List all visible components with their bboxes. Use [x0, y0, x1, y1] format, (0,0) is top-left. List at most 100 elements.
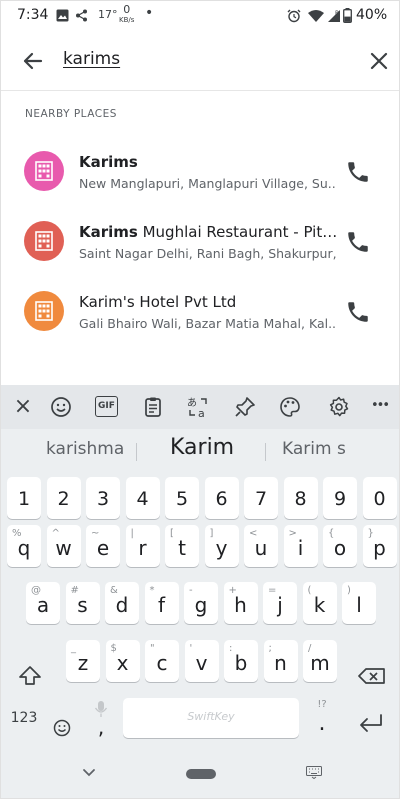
- gif-button[interactable]: GIF: [95, 396, 118, 417]
- symbols-key[interactable]: 123: [9, 710, 39, 752]
- alarm-icon: [287, 9, 301, 23]
- screen: 7:34 17° 0 KB/s • R 40% karims NEARBY PL…: [0, 0, 400, 799]
- key-label: g: [194, 593, 208, 617]
- emoji-icon[interactable]: [49, 395, 73, 419]
- pin-icon[interactable]: [233, 395, 257, 419]
- clipboard-icon[interactable]: [141, 395, 165, 419]
- key-label: n: [274, 651, 287, 675]
- key-x[interactable]: $ x: [105, 640, 140, 682]
- key-o[interactable]: {o: [323, 525, 357, 567]
- more-options-icon[interactable]: •••: [371, 398, 397, 422]
- building-icon: [24, 291, 64, 331]
- suggestion-bar: karishma Karim Karim s: [1, 429, 399, 469]
- suggestion-left[interactable]: karishma: [46, 439, 124, 459]
- key-label: e: [96, 536, 110, 560]
- key-1[interactable]: 1: [7, 477, 41, 519]
- key-label: u: [254, 536, 268, 560]
- signal-icon: R: [328, 10, 340, 22]
- key-k[interactable]: (k: [302, 582, 337, 624]
- place-name-bold: Karims: [79, 223, 138, 241]
- clear-icon[interactable]: [365, 47, 393, 75]
- key-i[interactable]: > i: [283, 525, 318, 567]
- key-label: 6: [215, 488, 228, 510]
- key-q[interactable]: % q: [7, 525, 41, 567]
- share-icon: [76, 9, 87, 22]
- hide-keyboard-chevron-icon[interactable]: [81, 767, 97, 779]
- place-item[interactable]: Karims Mughlai Restaurant - Pitam... Sai…: [1, 207, 399, 277]
- place-item[interactable]: Karims New Manglapuri, Manglapuri Villag…: [1, 137, 399, 207]
- keyboard-toolbar: × GIF あ a •••: [1, 385, 399, 429]
- key-p[interactable]: } p: [362, 525, 397, 567]
- building-glyph: [35, 301, 53, 321]
- key-s[interactable]: # s: [65, 582, 100, 624]
- key-6[interactable]: 6: [204, 477, 239, 519]
- key-f[interactable]: * f: [144, 582, 179, 624]
- key-label: 2: [57, 488, 70, 510]
- key-m[interactable]: / m: [303, 640, 337, 682]
- key-label: s: [77, 593, 88, 617]
- key-label: 0: [373, 488, 386, 510]
- emoji-key-icon[interactable]: [51, 707, 73, 749]
- key-label: y: [215, 536, 228, 560]
- key-h[interactable]: + h: [223, 582, 258, 624]
- key-v[interactable]: ' v: [184, 640, 219, 682]
- place-item[interactable]: Karim's Hotel Pvt Ltd Gali Bhairo Wali, …: [1, 277, 399, 347]
- key-0[interactable]: 0: [362, 477, 397, 519]
- settings-gear-icon[interactable]: [327, 395, 351, 419]
- shift-icon[interactable]: [15, 655, 45, 697]
- key-3[interactable]: 3: [86, 477, 120, 519]
- key-a[interactable]: @ a: [26, 582, 60, 624]
- suggestion-right[interactable]: Karim s: [282, 439, 346, 459]
- phone-icon[interactable]: [345, 159, 371, 185]
- key-label: o: [333, 536, 347, 560]
- key-t[interactable]: [t: [165, 525, 199, 567]
- key-r[interactable]: | r: [125, 525, 160, 567]
- key-c[interactable]: " c: [145, 640, 179, 682]
- period-key[interactable]: .: [312, 711, 332, 753]
- comma-key[interactable]: ,: [91, 715, 111, 757]
- key-y[interactable]: ] y: [204, 525, 239, 567]
- keyboard-switch-icon[interactable]: [306, 766, 322, 779]
- key-2[interactable]: 2: [46, 477, 81, 519]
- phone-icon[interactable]: [345, 229, 371, 255]
- suggestion-center[interactable]: Karim: [170, 435, 234, 460]
- key-j[interactable]: = j: [263, 582, 297, 624]
- key-7[interactable]: 7: [244, 477, 278, 519]
- key-b[interactable]: :b: [224, 640, 258, 682]
- enter-icon[interactable]: [356, 703, 386, 745]
- key-9[interactable]: 9: [323, 477, 357, 519]
- key-8[interactable]: 8: [283, 477, 318, 519]
- search-input[interactable]: karims: [63, 49, 120, 69]
- navigation-bar: [1, 755, 399, 798]
- key-g[interactable]: -g: [184, 582, 218, 624]
- close-toolbar-icon[interactable]: ×: [11, 394, 35, 419]
- key-label: w: [55, 536, 72, 560]
- place-name: Karims Mughlai Restaurant - Pitam...: [79, 223, 344, 241]
- key-n[interactable]: ; n: [263, 640, 298, 682]
- wifi-icon: [308, 10, 324, 22]
- key-w[interactable]: ^ w: [46, 525, 81, 567]
- notification-dot-icon: •: [145, 5, 154, 21]
- translate-icon[interactable]: あ a: [186, 395, 210, 419]
- swiftkey-logo: SwiftKey: [187, 710, 235, 723]
- key-d[interactable]: & d: [105, 582, 139, 624]
- backspace-icon[interactable]: [355, 655, 389, 697]
- home-pill[interactable]: [186, 769, 216, 779]
- key-5[interactable]: 5: [165, 477, 199, 519]
- place-name-bold: Karims: [79, 153, 138, 171]
- key-label: k: [313, 593, 326, 617]
- key-e[interactable]: ~ e: [86, 525, 120, 567]
- suggestion-divider: [136, 443, 137, 461]
- key-label: 8: [294, 488, 307, 510]
- key-u[interactable]: < u: [244, 525, 278, 567]
- key-l[interactable]: ) l: [342, 582, 376, 624]
- theme-palette-icon[interactable]: [278, 395, 302, 419]
- spacebar[interactable]: SwiftKey: [123, 698, 299, 738]
- back-arrow-icon[interactable]: [19, 47, 47, 75]
- key-z[interactable]: _ z: [66, 640, 100, 682]
- phone-icon[interactable]: [345, 299, 371, 325]
- search-bar: karims: [1, 31, 399, 91]
- status-bar: 7:34 17° 0 KB/s • R 40%: [1, 1, 399, 31]
- key-label: d: [115, 593, 129, 617]
- key-4[interactable]: 4: [125, 477, 160, 519]
